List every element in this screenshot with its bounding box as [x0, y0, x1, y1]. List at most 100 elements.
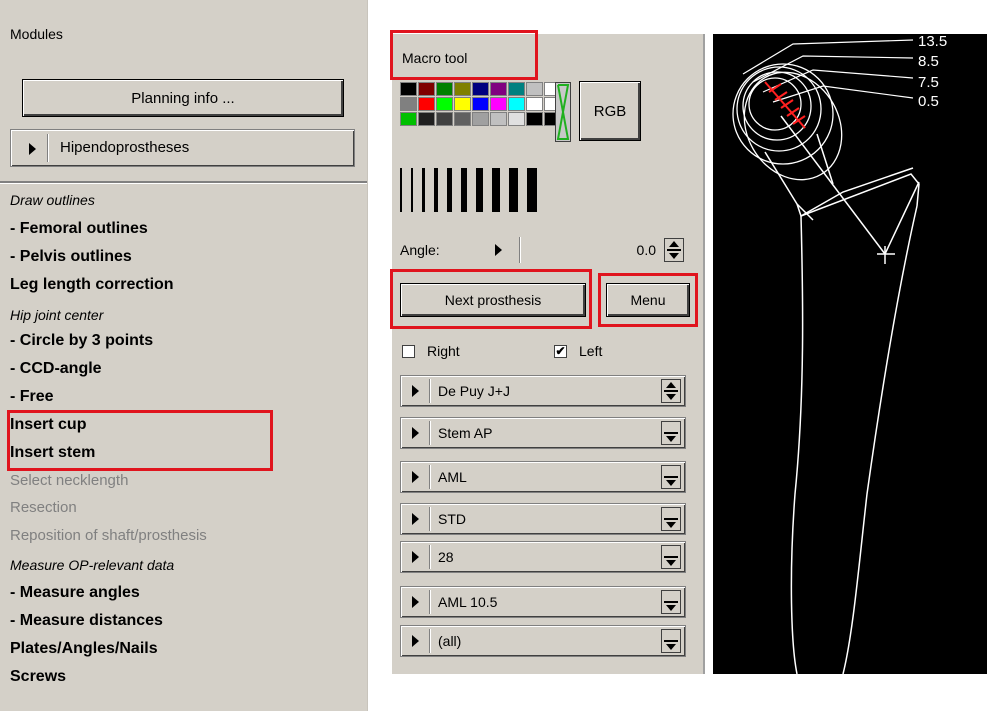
dropdown-label: AML — [438, 469, 467, 485]
spin-down-icon[interactable] — [666, 436, 676, 442]
spin-up-icon[interactable] — [669, 241, 679, 247]
dropdown-separator — [429, 545, 430, 569]
line-width-option[interactable] — [492, 168, 500, 212]
xray-canvas[interactable]: 13.5 8.5 7.5 0.5 — [713, 34, 987, 674]
line-width-option[interactable] — [422, 168, 425, 212]
prosthesis-type-dropdown[interactable]: AML — [400, 461, 686, 493]
color-swatch[interactable] — [508, 112, 525, 126]
color-swatch[interactable] — [526, 82, 543, 96]
spin-divider — [664, 556, 678, 558]
line-width-option[interactable] — [461, 168, 467, 212]
color-swatch[interactable] — [472, 82, 489, 96]
prosthesis-drawing: 13.5 8.5 7.5 0.5 — [732, 34, 947, 674]
line-width-selector[interactable] — [400, 168, 546, 212]
rgb-button[interactable]: RGB — [579, 81, 641, 141]
menu-item-free[interactable]: - Free — [10, 387, 54, 407]
color-swatch[interactable] — [472, 112, 489, 126]
color-swatch[interactable] — [508, 82, 525, 96]
variant-dropdown[interactable]: STD — [400, 503, 686, 535]
manufacturer-dropdown[interactable]: De Puy J+J — [400, 375, 686, 407]
spin-divider — [664, 476, 678, 478]
dropdown-spinner[interactable] — [661, 379, 681, 403]
angle-value[interactable]: 0.0 — [637, 242, 656, 258]
dropdown-spinner[interactable] — [661, 590, 681, 614]
line-width-option[interactable] — [476, 168, 483, 212]
checkmark-icon[interactable]: ✔ — [554, 344, 567, 358]
line-width-option[interactable] — [434, 168, 438, 212]
panel-edge — [703, 34, 705, 674]
triangle-right-icon — [412, 596, 419, 608]
panel-divider — [0, 181, 367, 183]
color-swatch[interactable] — [526, 112, 543, 126]
spin-up-icon[interactable] — [666, 382, 676, 388]
category-dropdown[interactable]: Hipendoprostheses — [10, 129, 355, 167]
color-swatch[interactable] — [490, 97, 507, 111]
menu-item-leg-length-correction[interactable]: Leg length correction — [10, 275, 174, 295]
dropdown-spinner[interactable] — [661, 465, 681, 489]
color-swatch[interactable] — [490, 82, 507, 96]
line-width-option[interactable] — [527, 168, 537, 212]
color-palette[interactable] — [400, 82, 561, 126]
stem-view-dropdown[interactable]: Stem AP — [400, 417, 686, 449]
left-checkbox[interactable]: ✔ Left — [554, 343, 602, 359]
color-swatch[interactable] — [436, 97, 453, 111]
triangle-right-icon — [412, 551, 419, 563]
dropdown-spinner[interactable] — [661, 507, 681, 531]
color-swatch[interactable] — [400, 82, 417, 96]
dropdown-spinner[interactable] — [661, 545, 681, 569]
right-checkbox[interactable]: Right — [402, 343, 460, 359]
spin-divider — [664, 601, 678, 603]
angle-spinner[interactable] — [664, 238, 684, 262]
spin-down-icon[interactable] — [666, 522, 676, 528]
angle-control[interactable]: 0.0 — [495, 235, 690, 265]
spin-down-icon[interactable] — [666, 605, 676, 611]
menu-item-plates-angles-nails[interactable]: Plates/Angles/Nails — [10, 639, 158, 659]
line-width-option[interactable] — [509, 168, 518, 212]
menu-item-screws[interactable]: Screws — [10, 667, 66, 687]
line-width-option[interactable] — [447, 168, 452, 212]
dropdown-label: 28 — [438, 549, 454, 565]
spin-down-icon[interactable] — [666, 394, 676, 400]
checkbox-box[interactable] — [402, 344, 415, 358]
planning-info-button[interactable]: Planning info ... — [22, 79, 344, 117]
color-swatch[interactable] — [472, 97, 489, 111]
color-swatch[interactable] — [526, 97, 543, 111]
color-swatch[interactable] — [418, 82, 435, 96]
menu-item-draw-outlines: Draw outlines — [10, 192, 95, 208]
stem-size-dropdown[interactable]: AML 10.5 — [400, 586, 686, 618]
category-dropdown-label: Hipendoprostheses — [60, 139, 190, 156]
line-width-option[interactable] — [400, 168, 402, 212]
color-swatch[interactable] — [454, 97, 471, 111]
line-width-option[interactable] — [411, 168, 413, 212]
dropdown-spinner[interactable] — [661, 629, 681, 653]
color-swatch[interactable] — [400, 112, 417, 126]
spin-down-icon[interactable] — [666, 644, 676, 650]
menu-item-femoral-outlines[interactable]: - Femoral outlines — [10, 219, 148, 239]
color-swatch[interactable] — [418, 97, 435, 111]
spin-down-icon[interactable] — [666, 560, 676, 566]
menu-item-ccd-angle[interactable]: - CCD-angle — [10, 359, 102, 379]
color-swatch[interactable] — [454, 112, 471, 126]
menu-item-circle-by-3-points[interactable]: - Circle by 3 points — [10, 331, 153, 351]
menu-item-measure-angles[interactable]: - Measure angles — [10, 583, 140, 603]
menu-item-measure-distances[interactable]: - Measure distances — [10, 611, 163, 631]
dropdown-label: STD — [438, 511, 466, 527]
menu-item-measure-op-data: Measure OP-relevant data — [10, 557, 175, 573]
menu-item-pelvis-outlines[interactable]: - Pelvis outlines — [10, 247, 132, 267]
line-style-selector[interactable] — [555, 82, 571, 142]
filter-dropdown[interactable]: (all) — [400, 625, 686, 657]
color-swatch[interactable] — [418, 112, 435, 126]
spin-down-icon[interactable] — [666, 480, 676, 486]
color-swatch[interactable] — [508, 97, 525, 111]
color-swatch[interactable] — [436, 112, 453, 126]
head-size-dropdown[interactable]: 28 — [400, 541, 686, 573]
spin-down-icon[interactable] — [669, 253, 679, 259]
triangle-right-icon[interactable] — [495, 244, 502, 256]
color-swatch[interactable] — [400, 97, 417, 111]
highlight-insert-cup-stem — [7, 410, 273, 471]
color-swatch[interactable] — [490, 112, 507, 126]
color-swatch[interactable] — [436, 82, 453, 96]
color-swatch[interactable] — [454, 82, 471, 96]
right-checkbox-label: Right — [427, 343, 460, 359]
dropdown-spinner[interactable] — [661, 421, 681, 445]
